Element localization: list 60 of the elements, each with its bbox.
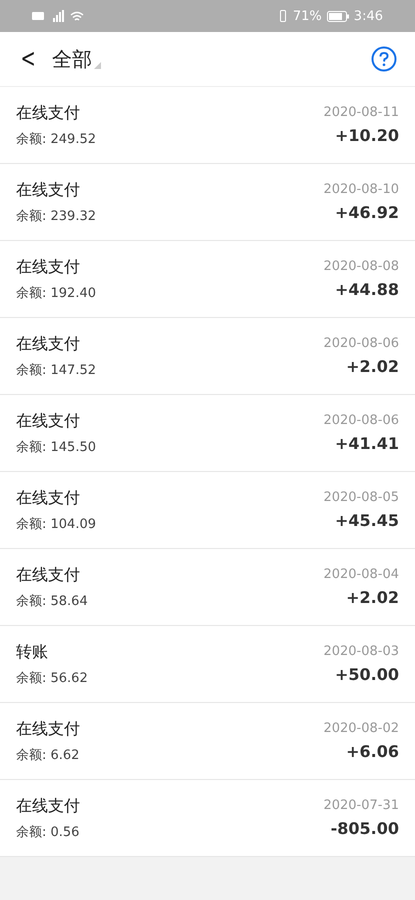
transaction-row[interactable]: 转账 余额: 56.62 2020-08-03 +50.00 (0, 626, 415, 703)
transaction-row[interactable]: 在线支付 余额: 192.40 2020-08-08 +44.88 (0, 241, 415, 318)
balance-text: 余额: 239.32 (16, 208, 96, 224)
transaction-title: 在线支付 (16, 564, 81, 586)
back-button[interactable]: < (20, 44, 42, 74)
transaction-title: 在线支付 (16, 180, 81, 200)
transaction-date: 2020-08-08 (323, 259, 399, 274)
transaction-amount: -805.00 (330, 819, 399, 838)
transaction-date: 2020-08-06 (323, 336, 399, 351)
balance-text: 余额: 192.40 (16, 284, 96, 302)
transaction-amount: +41.41 (334, 434, 399, 453)
transaction-row[interactable]: 在线支付 余额: 6.62 2020-08-02 +6.06 (0, 703, 415, 780)
transaction-row[interactable]: 在线支付 余额: 0.56 2020-07-31 -805.00 (0, 780, 415, 857)
transaction-row[interactable]: 在线支付 余额: 145.50 2020-08-06 +41.41 (0, 395, 415, 472)
vibrate-icon (278, 10, 288, 22)
balance-text: 余额: 104.09 (16, 516, 96, 532)
transaction-title: 转账 (16, 642, 49, 662)
clock-time: 3:46 (354, 8, 383, 24)
transaction-date: 2020-08-06 (323, 413, 399, 428)
balance-text: 余额: 147.52 (16, 362, 96, 378)
transaction-date: 2020-07-31 (323, 798, 399, 813)
transaction-title: 在线支付 (16, 410, 81, 432)
transaction-title: 在线支付 (16, 718, 80, 740)
transaction-date: 2020-08-05 (323, 490, 399, 505)
filter-dropdown[interactable]: 全部 (46, 46, 107, 72)
transaction-amount: +2.02 (346, 357, 399, 376)
transaction-date: 2020-08-02 (323, 721, 399, 736)
balance-text: 余额: 0.56 (16, 824, 80, 840)
wifi-icon (70, 10, 84, 22)
balance-text: 余额: 249.52 (16, 130, 96, 148)
transaction-date: 2020-08-10 (323, 182, 399, 197)
transaction-row[interactable]: 在线支付 余额: 58.64 2020-08-04 +2.02 (0, 549, 415, 626)
transaction-amount: +45.45 (334, 511, 399, 530)
transaction-row[interactable]: 在线支付 余额: 104.09 2020-08-05 +45.45 (0, 472, 415, 549)
transaction-title: 在线支付 (16, 334, 81, 354)
balance-text: 余额: 6.62 (16, 746, 80, 764)
help-icon (371, 46, 397, 72)
transaction-amount: +50.00 (334, 665, 399, 684)
battery-icon (326, 10, 349, 22)
balance-text: 余额: 56.62 (16, 670, 88, 686)
transaction-title: 在线支付 (16, 488, 81, 508)
transaction-row[interactable]: 在线支付 余额: 147.52 2020-08-06 +2.02 (0, 318, 415, 395)
corner-caret-icon (94, 62, 101, 68)
transaction-amount: +6.06 (346, 742, 399, 761)
sim-icon (32, 11, 44, 21)
transaction-amount: +44.88 (334, 280, 399, 299)
transaction-title: 在线支付 (16, 796, 80, 816)
transaction-row[interactable]: 在线支付 余额: 239.32 2020-08-10 +46.92 (0, 164, 415, 241)
transaction-title: 在线支付 (16, 256, 81, 278)
balance-text: 余额: 58.64 (16, 592, 88, 610)
transaction-amount: +2.02 (346, 588, 399, 607)
transaction-date: 2020-08-03 (323, 644, 399, 659)
transaction-amount: +10.20 (334, 126, 399, 145)
transaction-title: 在线支付 (16, 102, 81, 124)
transaction-amount: +46.92 (334, 203, 399, 222)
transaction-date: 2020-08-11 (323, 105, 399, 120)
transaction-date: 2020-08-04 (323, 567, 399, 582)
battery-percent: 71% (292, 8, 322, 24)
balance-text: 余额: 145.50 (16, 438, 96, 456)
transaction-row[interactable]: 在线支付 余额: 249.52 2020-08-11 +10.20 (0, 87, 415, 164)
